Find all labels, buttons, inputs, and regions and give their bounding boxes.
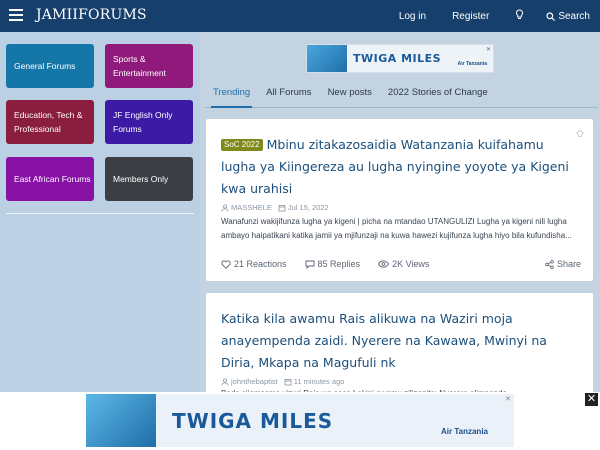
tile-east-african[interactable]: East African Forums <box>6 157 94 201</box>
lightbulb-icon[interactable] <box>515 9 524 23</box>
user-icon <box>221 377 229 386</box>
top-navbar: JAMIIFORUMS Log in Register Search <box>0 0 600 32</box>
heart-icon <box>221 259 231 269</box>
tile-sports-entertainment[interactable]: Sports & Entertainment <box>105 44 193 88</box>
share-label: Share <box>556 259 581 269</box>
tab-trending[interactable]: Trending <box>205 82 258 108</box>
main-content: TWIGA MILES Air Tanzania ✕ Trending All … <box>200 32 600 403</box>
share-button[interactable]: Share <box>545 259 581 269</box>
thread-title-link[interactable]: Katika kila awamu Rais alikuwa na Waziri… <box>221 308 576 374</box>
thread-meta: MASSHELE Jul 15, 2022 <box>221 203 329 212</box>
thread-stats: 21 Reactions 85 Replies 2K Views Share <box>221 259 581 269</box>
top-banner-ad[interactable]: TWIGA MILES Air Tanzania ✕ <box>306 44 494 73</box>
views-count: 2K Views <box>392 259 430 269</box>
divider <box>6 213 194 214</box>
login-link[interactable]: Log in <box>399 11 426 22</box>
content-tabs: Trending All Forums New posts 2022 Stori… <box>205 82 598 108</box>
ad-title: TWIGA MILES <box>172 408 334 433</box>
ad-close-icon[interactable]: ✕ <box>486 46 491 53</box>
calendar-icon <box>278 204 286 211</box>
search-icon <box>546 11 556 21</box>
replies-stat[interactable]: 85 Replies <box>305 259 361 269</box>
calendar-icon <box>284 378 292 385</box>
thread-author[interactable]: MASSHELE <box>231 203 272 212</box>
tile-jf-english[interactable]: JF English Only Forums <box>105 100 193 144</box>
thread-author[interactable]: johnthebaptist <box>231 377 278 386</box>
header-actions: Log in Register Search <box>373 0 590 32</box>
thread-title-text: Mbinu zitakazosaidia Watanzania kuifaham… <box>221 137 569 196</box>
thread-meta: johnthebaptist 11 minutes ago <box>221 377 344 386</box>
close-ad-button[interactable]: ✕ <box>585 393 598 406</box>
search-button[interactable]: Search <box>546 11 590 22</box>
user-icon <box>221 203 229 212</box>
menu-icon[interactable] <box>9 9 23 22</box>
thread-card: Katika kila awamu Rais alikuwa na Waziri… <box>206 293 593 403</box>
search-label: Search <box>558 10 590 22</box>
thread-title-text: Katika kila awamu Rais alikuwa na Waziri… <box>221 311 547 370</box>
tile-education-tech[interactable]: Education, Tech & Professional <box>6 100 94 144</box>
thread-snippet: Wanafunzi wakijifunza lugha ya kigeni | … <box>221 217 572 240</box>
thread-title-link[interactable]: SoC 2022 Mbinu zitakazosaidia Watanzania … <box>221 134 576 200</box>
tab-new-posts[interactable]: New posts <box>320 82 380 107</box>
ad-brand: Air Tanzania <box>441 427 488 436</box>
share-icon <box>545 259 554 269</box>
bottom-banner-ad[interactable]: TWIGA MILES Air Tanzania ✕ <box>86 394 514 447</box>
views-stat: 2K Views <box>378 259 429 269</box>
lightbulb-icon <box>575 129 585 141</box>
airplane-image <box>307 45 347 72</box>
ad-brand: Air Tanzania <box>457 61 487 67</box>
eye-icon <box>378 260 390 268</box>
register-link[interactable]: Register <box>452 11 489 22</box>
tile-members-only[interactable]: Members Only <box>105 157 193 201</box>
comment-icon <box>305 260 314 269</box>
thread-date: Jul 15, 2022 <box>287 203 329 212</box>
replies-count: 85 Replies <box>317 259 361 269</box>
ad-title: TWIGA MILES <box>353 52 442 65</box>
thread-date: 11 minutes ago <box>293 377 345 386</box>
thread-card: SoC 2022 Mbinu zitakazosaidia Watanzania … <box>206 119 593 281</box>
tab-stories-of-change[interactable]: 2022 Stories of Change <box>380 82 496 107</box>
tile-general-forums[interactable]: General Forums <box>6 44 94 88</box>
ad-info-icon[interactable]: ✕ <box>505 395 511 403</box>
site-logo[interactable]: JAMIIFORUMS <box>36 7 147 23</box>
thread-prefix-badge: SoC 2022 <box>221 139 263 151</box>
tab-all-forums[interactable]: All Forums <box>258 82 319 107</box>
forum-categories-panel: General Forums Sports & Entertainment Ed… <box>0 32 200 392</box>
reactions-stat[interactable]: 21 Reactions <box>221 259 287 269</box>
airplane-image <box>86 394 156 447</box>
reactions-count: 21 Reactions <box>234 259 287 269</box>
